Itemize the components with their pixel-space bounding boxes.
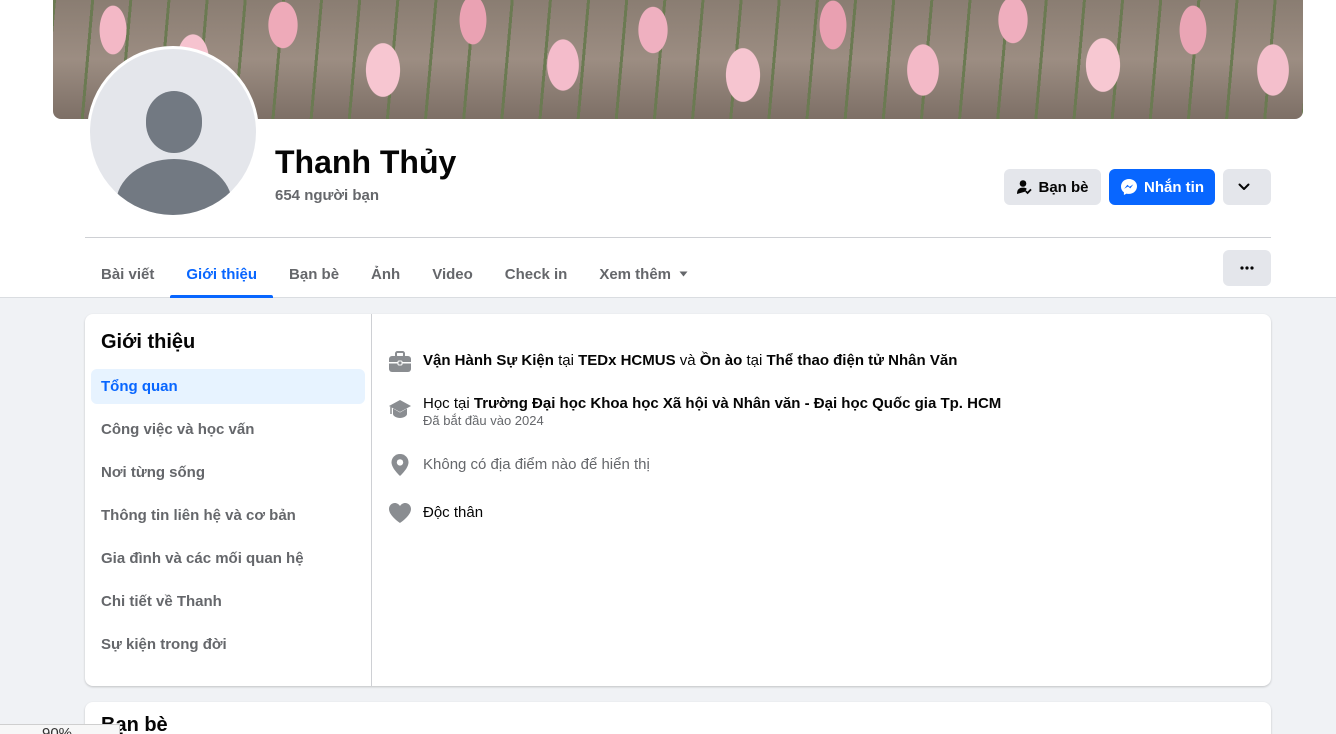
relationship-text: Độc thân: [423, 504, 484, 521]
more-dots-icon: [1240, 266, 1254, 270]
about-card: Giới thiệu Tổng quan Công việc và học vấ…: [85, 314, 1271, 686]
map-pin-icon: [387, 452, 413, 478]
tab-photos[interactable]: Ảnh: [355, 250, 416, 298]
friends-count[interactable]: 654 người bạn: [275, 187, 379, 204]
header-divider: [85, 237, 1271, 238]
work-info: Vận Hành Sự Kiện tại TEDx HCMUS và Ồn ào…: [387, 349, 957, 375]
about-title: Giới thiệu: [101, 331, 196, 353]
tab-friends[interactable]: Bạn bè: [273, 250, 355, 298]
avatar[interactable]: [87, 46, 259, 218]
education-info: Học tại Trường Đại học Khoa học Xã hội v…: [387, 394, 1001, 428]
caret-down-icon: [679, 271, 688, 277]
friend-check-icon: [1017, 180, 1033, 195]
tab-about[interactable]: Giới thiệu: [170, 250, 273, 298]
about-nav-family-relationships[interactable]: Gia đình và các mối quan hệ: [91, 541, 365, 576]
about-sidebar: Giới thiệu Tổng quan Công việc và học vấ…: [85, 314, 372, 686]
location-text: Không có địa điểm nào để hiển thị: [423, 456, 650, 473]
education-school[interactable]: Trường Đại học Khoa học Xã hội và Nhân v…: [474, 395, 1001, 412]
about-nav-details[interactable]: Chi tiết về Thanh: [91, 584, 365, 619]
zoom-indicator: 90%: [0, 724, 120, 734]
work-role-1[interactable]: Vận Hành Sự Kiện: [423, 352, 554, 369]
about-nav-contact-basic[interactable]: Thông tin liên hệ và cơ bản: [91, 498, 365, 533]
friends-card: Bạn bè: [85, 702, 1271, 734]
tab-posts[interactable]: Bài viết: [85, 250, 170, 298]
work-org-2[interactable]: Thể thao điện tử Nhân Văn: [766, 352, 957, 369]
tab-videos[interactable]: Video: [416, 250, 489, 298]
profile-options-button[interactable]: [1223, 169, 1271, 205]
education-start: Đã bắt đầu vào 2024: [423, 413, 544, 428]
briefcase-icon: [387, 349, 413, 375]
work-role-2[interactable]: Ồn ào: [700, 352, 743, 369]
about-nav-overview[interactable]: Tổng quan: [91, 369, 365, 404]
message-button-label: Nhắn tin: [1144, 178, 1204, 196]
location-info: Không có địa điểm nào để hiển thị: [387, 452, 650, 478]
heart-icon: [387, 500, 413, 526]
friends-button-label: Bạn bè: [1038, 178, 1089, 196]
profile-name: Thanh Thủy: [275, 144, 457, 180]
relationship-info: Độc thân: [387, 500, 483, 526]
message-button[interactable]: Nhắn tin: [1109, 169, 1215, 205]
chevron-down-icon: [1238, 183, 1250, 190]
work-org-1[interactable]: TEDx HCMUS: [578, 352, 676, 369]
friends-button[interactable]: Bạn bè: [1004, 169, 1101, 205]
tab-more[interactable]: Xem thêm: [583, 250, 704, 298]
tab-checkins[interactable]: Check in: [489, 250, 584, 298]
graduation-cap-icon: [387, 396, 413, 422]
about-nav-work-education[interactable]: Công việc và học vấn: [91, 412, 365, 447]
about-nav-life-events[interactable]: Sự kiện trong đời: [91, 627, 365, 662]
tabs-more-options-button[interactable]: [1223, 250, 1271, 286]
profile-tabs: Bài viết Giới thiệu Bạn bè Ảnh Video Che…: [85, 250, 704, 298]
default-avatar-icon: [90, 49, 256, 215]
about-nav-places-lived[interactable]: Nơi từng sống: [91, 455, 365, 490]
messenger-icon: [1121, 179, 1137, 195]
